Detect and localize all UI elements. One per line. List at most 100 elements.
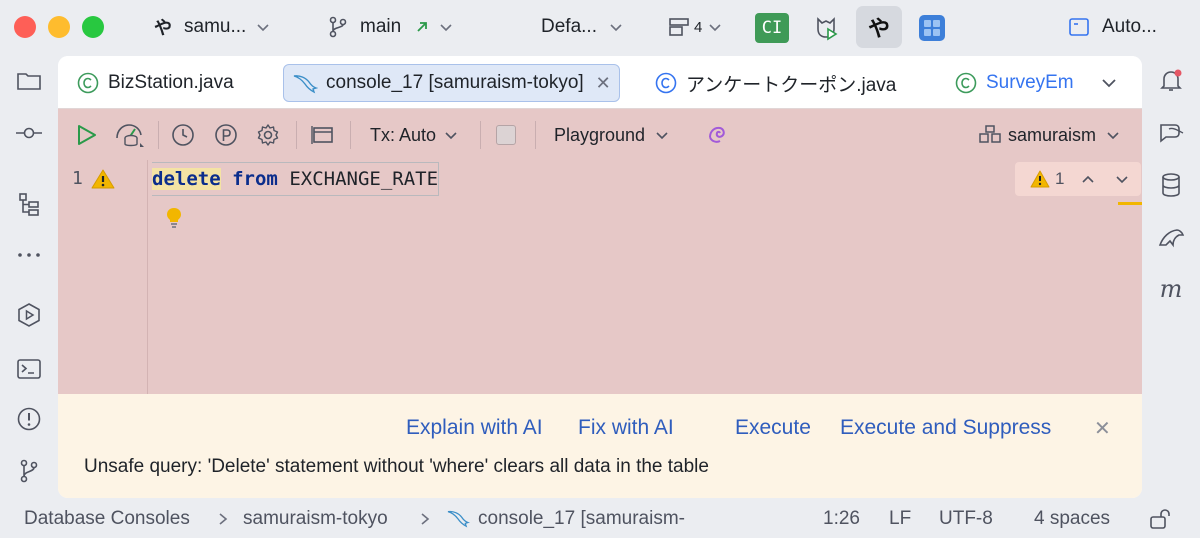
close-window-button[interactable] xyxy=(14,16,36,38)
stop-icon xyxy=(496,125,516,145)
tab-list-dropdown[interactable] xyxy=(1100,64,1118,102)
scrollbar-warning-marker[interactable] xyxy=(1118,202,1142,205)
lock-icon[interactable] xyxy=(1148,508,1172,530)
ci-button[interactable]: CI xyxy=(752,9,792,47)
chevron-down-icon xyxy=(445,132,457,140)
tab-survey-em[interactable]: SurveyEm xyxy=(954,64,1078,102)
plugin-run-button[interactable] xyxy=(806,9,846,47)
indent-setting[interactable]: 4 spaces xyxy=(1034,508,1110,530)
console-toolbar: Tx: Auto Playground samuraism xyxy=(58,108,1142,160)
autofill-selector[interactable]: Auto... xyxy=(1068,8,1157,46)
git-button[interactable] xyxy=(14,456,44,486)
warning-icon[interactable] xyxy=(1029,169,1051,189)
execute-and-suppress-link[interactable]: Execute and Suppress xyxy=(840,416,1051,440)
separator xyxy=(535,121,536,149)
services-button[interactable] xyxy=(14,300,44,330)
project-view-button[interactable] xyxy=(14,66,44,96)
ya-plugin-button[interactable]: や xyxy=(856,6,902,48)
java-class-icon xyxy=(955,72,977,94)
explain-with-ai-link[interactable]: Explain with AI xyxy=(406,416,543,440)
separator xyxy=(480,121,481,149)
breadcrumb-console[interactable]: console_17 [samuraism- xyxy=(478,508,685,530)
grid-plugin-button[interactable] xyxy=(912,9,952,47)
project-selector[interactable]: や samu... xyxy=(154,8,270,46)
tab-console-17[interactable]: console_17 [samuraism-tokyo] ✕ xyxy=(283,64,620,102)
ai-chat-button[interactable] xyxy=(1156,118,1186,148)
ai-spiral-icon xyxy=(709,126,725,143)
database-button[interactable] xyxy=(1156,170,1186,200)
terminal-icon xyxy=(17,359,41,379)
file-encoding[interactable]: UTF-8 xyxy=(939,508,993,530)
markdown-button[interactable]: m xyxy=(1156,274,1186,304)
tx-mode-label: Tx: Auto xyxy=(370,124,437,145)
parameter-icon xyxy=(215,124,237,146)
transaction-mode-dropdown[interactable]: Tx: Auto xyxy=(370,121,458,149)
branch-selector[interactable]: main xyxy=(328,8,453,46)
chevron-up-icon[interactable] xyxy=(1080,171,1096,187)
mysql-dolphin-icon xyxy=(447,510,470,528)
stop-button[interactable] xyxy=(495,121,517,149)
close-tab-icon[interactable]: ✕ xyxy=(596,73,611,94)
run-config-selector[interactable]: Defa... xyxy=(541,8,623,46)
playground-dropdown[interactable]: Playground xyxy=(554,121,669,149)
datasource-dropdown[interactable]: samuraism xyxy=(978,121,1120,149)
inspection-widget: 1 xyxy=(1015,162,1141,196)
table-identifier: EXCHANGE_RATE xyxy=(289,168,439,190)
chevron-down-icon xyxy=(440,24,452,32)
breadcrumb-samuraism-tokyo[interactable]: samuraism-tokyo xyxy=(243,508,388,530)
output-panel-button[interactable] xyxy=(310,121,336,149)
database-icon xyxy=(1162,173,1180,197)
warning-icon[interactable] xyxy=(90,168,116,190)
clock-icon xyxy=(172,124,194,146)
java-class-icon xyxy=(77,72,99,94)
notice-message: Unsafe query: 'Delete' statement without… xyxy=(84,456,709,477)
chevron-down-icon[interactable] xyxy=(1114,171,1130,187)
tab-label: console_17 [samuraism-tokyo] xyxy=(326,72,584,93)
breadcrumb-database-consoles[interactable]: Database Consoles xyxy=(24,508,190,530)
tab-label: SurveyEm xyxy=(986,72,1074,93)
dolphin-icon xyxy=(1158,229,1185,248)
db-gauge-icon xyxy=(116,124,144,147)
history-button[interactable] xyxy=(170,121,196,149)
lightbulb-icon[interactable] xyxy=(164,206,184,232)
line-number: 1 xyxy=(72,168,83,189)
notifications-button[interactable] xyxy=(1156,66,1186,96)
terminal-button[interactable] xyxy=(14,354,44,384)
ya-plugin-icon: や xyxy=(867,16,890,41)
ci-icon: CI xyxy=(755,13,789,43)
code-line-1[interactable]: delete from EXCHANGE_RATE xyxy=(152,162,440,196)
problems-button[interactable] xyxy=(14,404,44,434)
execute-link[interactable]: Execute xyxy=(735,416,811,440)
schema-icon xyxy=(979,125,1001,143)
structure-icon xyxy=(19,193,39,216)
execute-button[interactable] xyxy=(72,121,100,149)
chevron-down-icon xyxy=(610,24,622,32)
ai-assistant-button[interactable] xyxy=(705,121,731,149)
status-bar: Database Consoles samuraism-tokyo consol… xyxy=(0,498,1200,538)
line-separator[interactable]: LF xyxy=(889,508,911,530)
code-editor[interactable]: 1 delete from EXCHANGE_RATE 1 xyxy=(58,160,1142,394)
more-icon xyxy=(18,253,40,257)
settings-button[interactable] xyxy=(255,121,281,149)
parameters-button[interactable] xyxy=(213,121,239,149)
tab-label: BizStation.java xyxy=(108,72,234,93)
project-name: samu... xyxy=(184,16,247,37)
title-bar: や samu... main Defa... 4 CI や Auto... xyxy=(0,0,1200,56)
windows-switcher[interactable]: 4 xyxy=(668,8,722,46)
chevron-down-icon xyxy=(1102,79,1116,88)
datasource-settings-button[interactable] xyxy=(114,121,146,149)
unsafe-query-notice xyxy=(58,394,1142,498)
minimize-window-button[interactable] xyxy=(48,16,70,38)
gear-icon xyxy=(257,124,279,146)
structure-view-button[interactable] xyxy=(14,190,44,220)
mysql-button[interactable] xyxy=(1156,222,1186,252)
caret-position[interactable]: 1:26 xyxy=(823,508,860,530)
tab-bizstation[interactable]: BizStation.java xyxy=(76,64,234,102)
zoom-window-button[interactable] xyxy=(82,16,104,38)
datasource-label: samuraism xyxy=(1008,124,1097,145)
close-notice-icon[interactable]: ✕ xyxy=(1094,416,1111,441)
more-tools-button[interactable] xyxy=(14,240,44,270)
tab-survey-coupon[interactable]: アンケートクーポン.java xyxy=(654,64,896,102)
fix-with-ai-link[interactable]: Fix with AI xyxy=(578,416,674,440)
commit-view-button[interactable] xyxy=(14,118,44,148)
